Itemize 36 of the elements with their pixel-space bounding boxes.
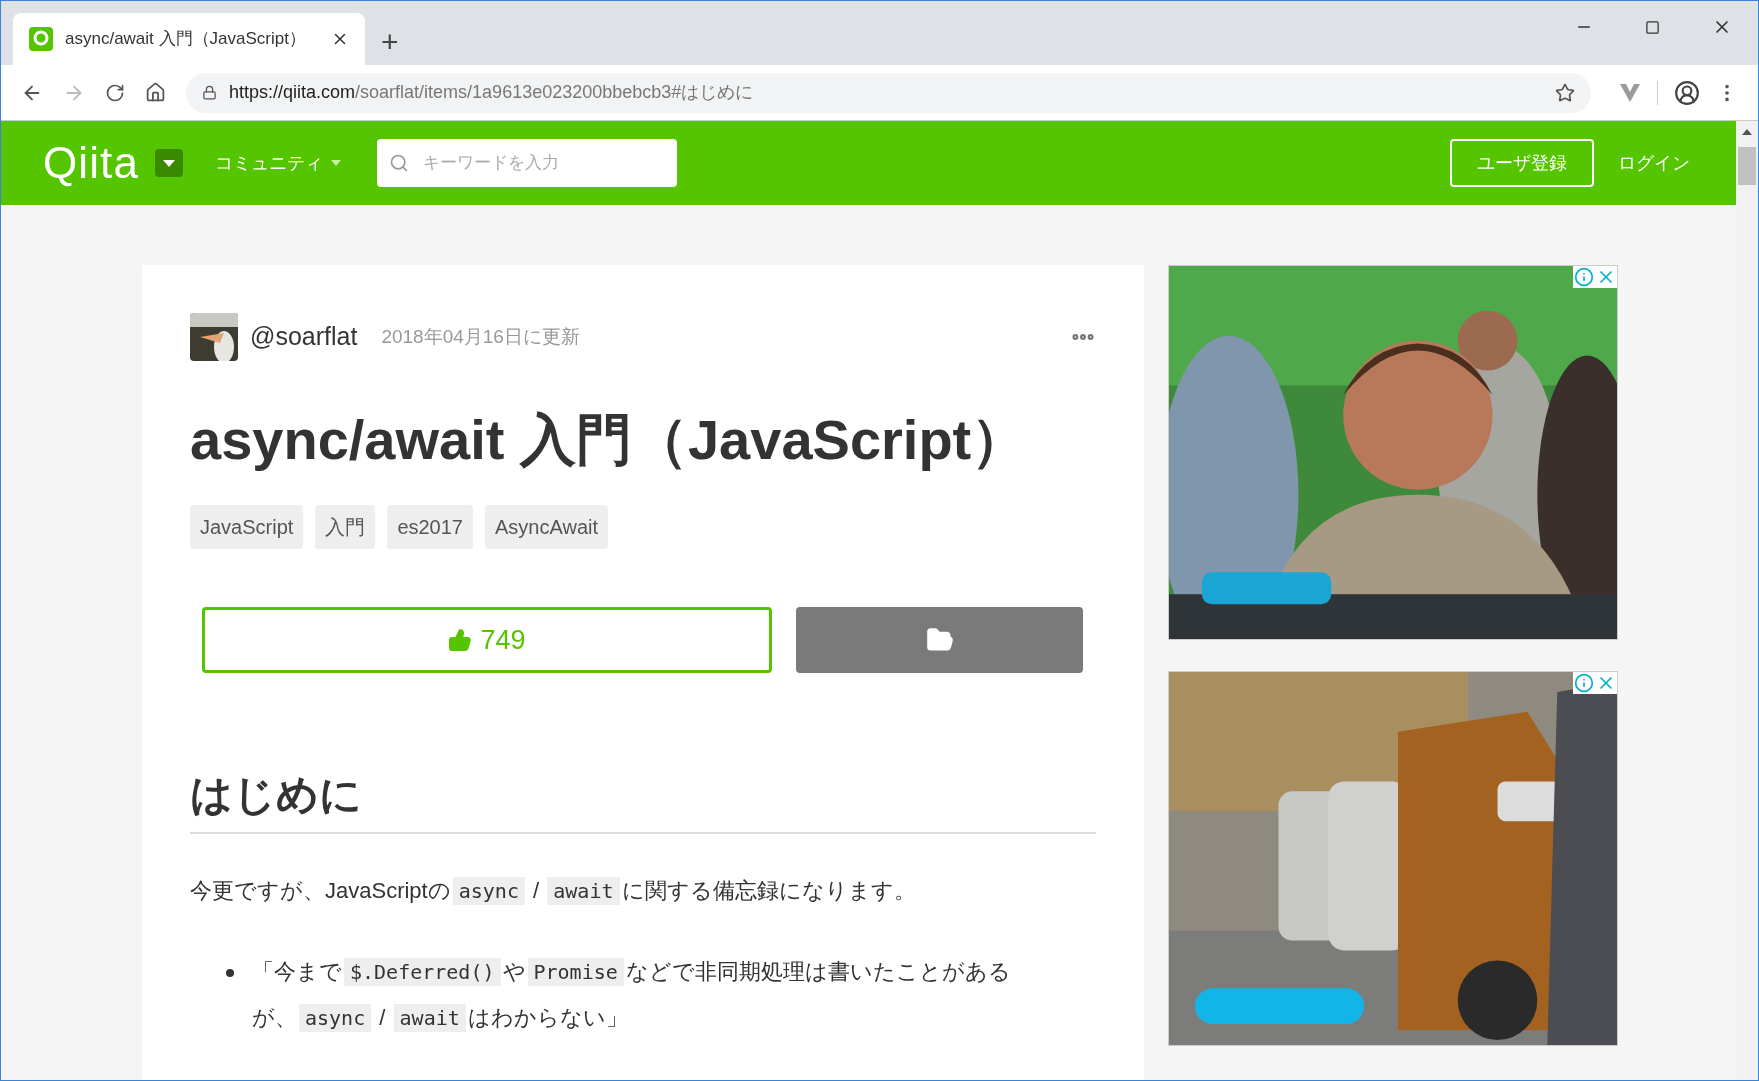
tab-title: async/await 入門（JavaScript） bbox=[65, 28, 307, 51]
search-field[interactable]: キーワードを入力 bbox=[377, 139, 677, 187]
url-text: https://qiita.com/soarflat/items/1a9613e023200bbebcb3#はじめに bbox=[229, 81, 755, 104]
profile-icon[interactable] bbox=[1674, 79, 1700, 106]
info-icon[interactable] bbox=[1574, 267, 1594, 287]
logo-dropdown-button[interactable] bbox=[155, 149, 183, 177]
maximize-icon[interactable] bbox=[1645, 19, 1660, 35]
scrollbar-thumb[interactable] bbox=[1738, 147, 1756, 185]
thumbs-up-icon bbox=[448, 628, 473, 652]
article-title: async/await 入門（JavaScript） bbox=[190, 407, 1029, 473]
section-heading: はじめに bbox=[190, 763, 1096, 834]
site-logo-icon bbox=[29, 27, 53, 51]
tag[interactable]: es2017 bbox=[387, 505, 473, 549]
reload-icon[interactable] bbox=[105, 82, 125, 103]
caret-icon bbox=[163, 159, 175, 167]
new-tab-button[interactable]: + bbox=[381, 27, 399, 57]
intro-paragraph: 今更ですが、JavaScriptの async / await に関する備忘録になります。 bbox=[190, 876, 917, 907]
bookmark-star-icon[interactable] bbox=[1555, 82, 1575, 103]
search-icon bbox=[389, 153, 409, 173]
list-item-text: 「今まで $.Deferred() や Promise などで非同期処理は書いたことがあるが、 async / await はわからない」 bbox=[252, 957, 1012, 1034]
tag[interactable]: AsyncAwait bbox=[485, 505, 608, 549]
caret-icon bbox=[331, 160, 341, 166]
avatar[interactable] bbox=[190, 313, 238, 361]
tag[interactable]: JavaScript bbox=[190, 505, 304, 549]
updated-date: 2018年04月16日に更新 bbox=[381, 324, 580, 349]
tag[interactable]: 入門 bbox=[315, 505, 376, 549]
home-icon[interactable] bbox=[145, 82, 166, 103]
bullet-icon bbox=[226, 969, 234, 977]
address-bar[interactable]: https://qiita.com/soarflat/items/1a9613e023200bbebcb3#はじめに bbox=[186, 72, 1591, 113]
browser-tab[interactable]: async/await 入門（JavaScript） bbox=[13, 13, 365, 65]
scroll-up-icon[interactable] bbox=[1742, 129, 1752, 135]
author-name[interactable]: @soarflat bbox=[250, 318, 358, 356]
info-icon[interactable] bbox=[1574, 673, 1594, 693]
extension-icon[interactable] bbox=[1619, 82, 1641, 103]
stock-button[interactable] bbox=[796, 607, 1083, 673]
lock-icon bbox=[202, 85, 217, 100]
